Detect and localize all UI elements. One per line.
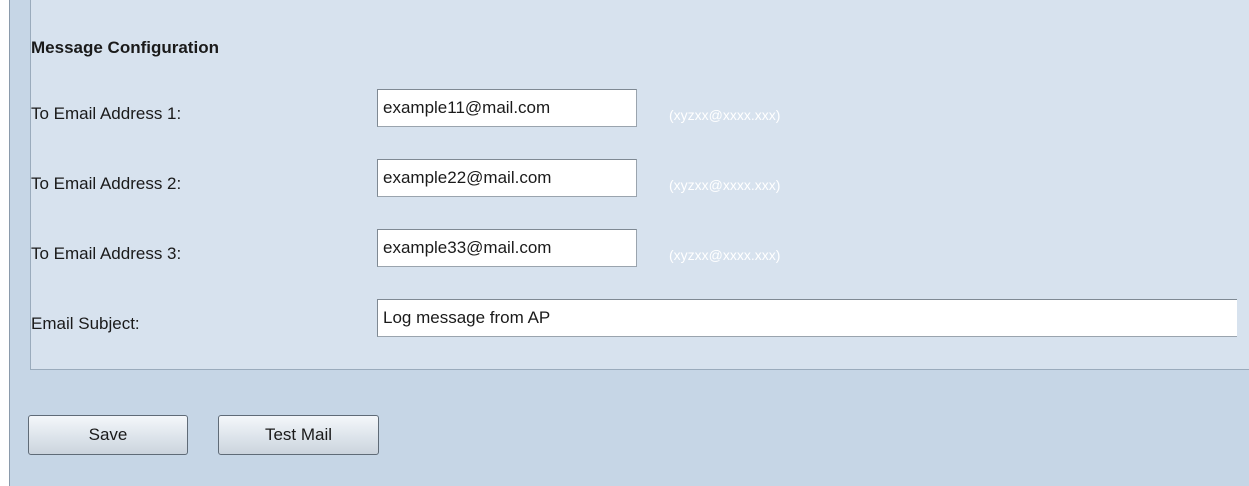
section-title: Message Configuration xyxy=(31,38,219,57)
to-email-address-3-hint: (xyzxx@xxxx.xxx) xyxy=(669,247,781,263)
email-subject-input[interactable] xyxy=(377,299,1237,337)
to-email-address-2-input[interactable] xyxy=(377,159,637,197)
to-email-address-2-hint: (xyzxx@xxxx.xxx) xyxy=(669,177,781,193)
email-subject-label: Email Subject: xyxy=(31,314,140,333)
to-email-address-1-hint: (xyzxx@xxxx.xxx) xyxy=(669,107,781,123)
to-email-address-2-label: To Email Address 2: xyxy=(31,174,182,193)
to-email-address-3-input[interactable] xyxy=(377,229,637,267)
test-mail-button[interactable]: Test Mail xyxy=(218,415,379,455)
to-email-address-1-label: To Email Address 1: xyxy=(31,104,182,123)
to-email-address-3-label: To Email Address 3: xyxy=(31,244,182,263)
to-email-address-1-input[interactable] xyxy=(377,89,637,127)
save-button[interactable]: Save xyxy=(28,415,188,455)
